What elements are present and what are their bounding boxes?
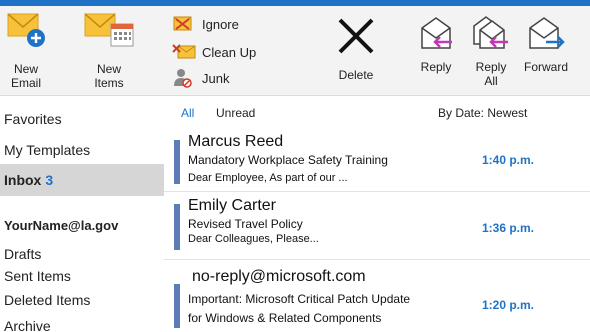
- folder-sidebar: Favorites My Templates Inbox 3 YourName@l…: [0, 96, 164, 332]
- sidebar-item-inbox[interactable]: Inbox 3: [0, 164, 164, 196]
- filter-all[interactable]: All: [181, 106, 194, 120]
- message-preview: Dear Colleagues, Please...: [188, 233, 319, 245]
- message-subject: Revised Travel Policy: [188, 217, 303, 231]
- message-time: 1:40 p.m.: [482, 153, 535, 167]
- message-sender: Emily Carter: [188, 197, 277, 214]
- inbox-unread-count: 3: [45, 172, 54, 188]
- new-email-icon: [7, 13, 45, 47]
- sidebar-sent-items-label: Sent Items: [4, 268, 71, 284]
- delete-label: Delete: [338, 68, 374, 82]
- message-time: 1:20 p.m.: [482, 298, 535, 312]
- junk-label: Junk: [202, 70, 230, 86]
- forward-label: Forward: [523, 60, 568, 74]
- message-time: 1:36 p.m.: [482, 221, 535, 235]
- new-items-button[interactable]: New Items: [80, 8, 138, 94]
- unread-indicator: [174, 204, 180, 250]
- new-items-label-line1: New: [96, 62, 121, 76]
- message-subject: Mandatory Workplace Safety Training: [188, 153, 388, 167]
- junk-button[interactable]: Junk: [172, 68, 229, 88]
- new-items-icon: [84, 13, 134, 47]
- sidebar-archive-label: Archive: [4, 318, 51, 332]
- clean-up-label: Clean Up: [202, 44, 257, 60]
- reply-button[interactable]: Reply: [414, 14, 458, 94]
- reply-label: Reply: [420, 60, 452, 74]
- message-preview: Dear Employee, As part of our ...: [188, 172, 348, 184]
- new-items-label-line2: Items: [94, 76, 124, 90]
- filter-unread[interactable]: Unread: [216, 106, 255, 120]
- message-sender: no-reply@microsoft.com: [192, 268, 366, 285]
- message-list-pane: All Unread By Date: Newest Marcus Reed M…: [164, 96, 590, 332]
- message-row[interactable]: Emily Carter Revised Travel Policy Dear …: [164, 192, 590, 260]
- sidebar-deleted-items-label: Deleted Items: [4, 292, 91, 308]
- sidebar-inbox-label: Inbox: [4, 172, 42, 188]
- clean-up-button[interactable]: Clean Up: [172, 42, 256, 62]
- ignore-icon: [173, 16, 192, 31]
- junk-icon: [174, 69, 192, 88]
- sidebar-item-sent-items[interactable]: Sent Items: [0, 266, 164, 286]
- sidebar-item-my-templates[interactable]: My Templates: [0, 139, 164, 161]
- new-email-button[interactable]: New Email: [4, 8, 48, 94]
- unread-indicator: [174, 140, 180, 184]
- reply-all-button[interactable]: Reply All: [468, 14, 514, 94]
- sidebar-drafts-label: Drafts: [4, 246, 42, 262]
- forward-button[interactable]: Forward: [518, 14, 574, 94]
- new-email-label-line2: Email: [10, 76, 41, 90]
- ignore-label: Ignore: [202, 16, 239, 32]
- sidebar-item-drafts[interactable]: Drafts: [0, 244, 164, 264]
- filter-bar: All Unread By Date: Newest: [164, 96, 590, 128]
- sidebar-favorites-label: Favorites: [4, 111, 62, 127]
- message-preview: for Windows & Related Components: [188, 311, 382, 325]
- sidebar-item-archive[interactable]: Archive: [0, 316, 164, 332]
- message-row[interactable]: Marcus Reed Mandatory Workplace Safety T…: [164, 128, 590, 192]
- account-email: YourName@la.gov: [4, 218, 119, 233]
- unread-indicator: [174, 284, 180, 328]
- message-subject: Important: Microsoft Critical Patch Upda…: [188, 292, 411, 306]
- delete-button[interactable]: Delete: [330, 14, 382, 94]
- sidebar-item-favorites[interactable]: Favorites: [0, 108, 164, 130]
- reply-all-label-line1: Reply: [475, 60, 507, 74]
- reply-all-icon: [473, 16, 508, 49]
- account-header[interactable]: YourName@la.gov: [0, 216, 164, 236]
- reply-icon: [421, 17, 452, 49]
- new-email-label-line1: New: [13, 62, 38, 76]
- forward-icon: [529, 17, 565, 49]
- ribbon-toolbar: New Email New Items Ignore Clean Up Junk…: [0, 6, 590, 96]
- sidebar-item-deleted-items[interactable]: Deleted Items: [0, 290, 164, 310]
- clean-up-icon: [172, 44, 196, 59]
- reply-all-label-line2: All: [484, 74, 498, 88]
- sidebar-my-templates-label: My Templates: [4, 142, 91, 158]
- message-row[interactable]: no-reply@microsoft.com Important: Micros…: [164, 264, 590, 332]
- sort-by-date[interactable]: By Date: Newest: [438, 106, 527, 120]
- delete-x-icon: [338, 18, 374, 54]
- ignore-button[interactable]: Ignore: [172, 14, 239, 34]
- message-sender: Marcus Reed: [188, 133, 284, 150]
